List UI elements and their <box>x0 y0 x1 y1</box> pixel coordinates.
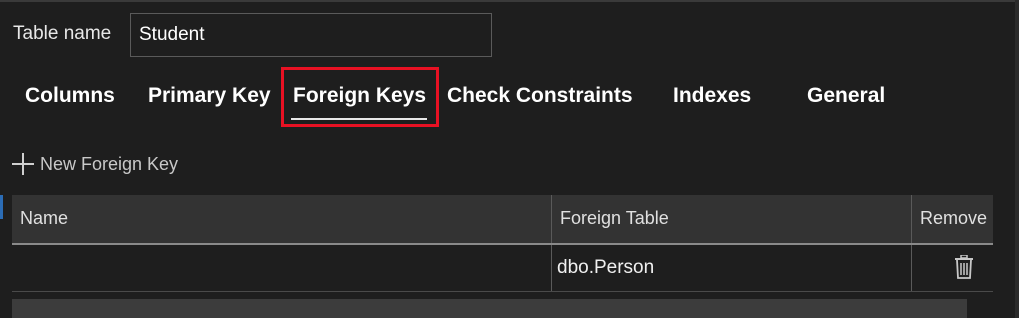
tab-primary-key[interactable]: Primary Key <box>148 82 271 110</box>
column-header-name[interactable]: Name <box>12 195 551 243</box>
cell-name[interactable] <box>12 245 551 291</box>
active-tab-underline <box>291 118 427 120</box>
column-divider <box>911 245 912 291</box>
cell-foreign-table[interactable]: dbo.Person <box>552 245 911 291</box>
tab-general[interactable]: General <box>807 82 885 110</box>
designer-tabs: Columns Primary Key Foreign Keys Check C… <box>0 70 1019 130</box>
scrollbar-track[interactable] <box>1015 0 1019 318</box>
column-header-remove[interactable]: Remove <box>912 195 993 243</box>
table-row[interactable]: dbo.Person <box>12 245 993 292</box>
grid-header: Name Foreign Table Remove <box>12 195 993 245</box>
plus-icon <box>12 153 34 175</box>
trash-icon[interactable] <box>953 255 975 279</box>
table-designer: Table name Columns Primary Key Foreign K… <box>0 0 1019 318</box>
new-foreign-key-button[interactable]: New Foreign Key <box>12 150 178 178</box>
column-header-foreign-table[interactable]: Foreign Table <box>552 195 911 243</box>
tab-columns[interactable]: Columns <box>25 82 115 110</box>
tab-check-constraints[interactable]: Check Constraints <box>447 82 633 110</box>
foreign-keys-grid: Name Foreign Table Remove dbo.Person <box>12 195 993 292</box>
top-divider <box>0 0 1019 2</box>
tab-foreign-keys[interactable]: Foreign Keys <box>293 82 426 110</box>
tab-indexes[interactable]: Indexes <box>673 82 751 110</box>
table-name-label: Table name <box>13 23 112 44</box>
horizontal-scrollbar[interactable] <box>12 299 967 318</box>
table-name-input[interactable] <box>130 13 492 57</box>
new-foreign-key-label: New Foreign Key <box>40 153 179 174</box>
focus-accent <box>0 195 3 219</box>
